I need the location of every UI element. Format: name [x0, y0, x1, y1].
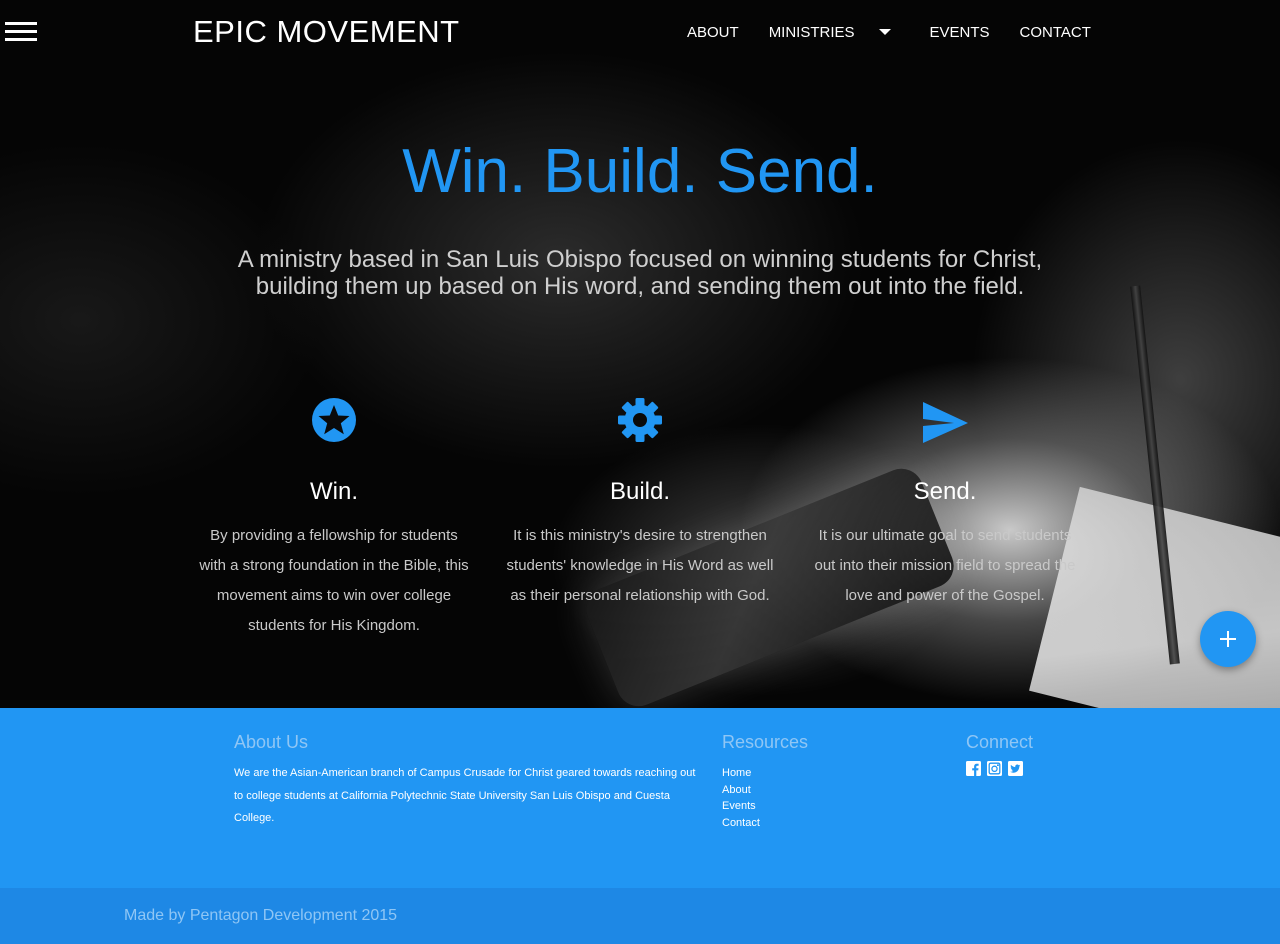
- nav-links: ABOUT MINISTRIES EVENTS CONTACT: [672, 22, 1106, 42]
- hamburger-menu-icon[interactable]: [5, 20, 37, 44]
- plus-icon: [1220, 631, 1236, 647]
- nav-link-about[interactable]: ABOUT: [672, 22, 754, 42]
- footer-connect: Connect: [966, 732, 1166, 776]
- copyright-bar: Made by Pentagon Development 2015: [0, 888, 1280, 944]
- footer-link-item: Home: [722, 765, 922, 782]
- nav-link-label: CONTACT: [1019, 23, 1091, 41]
- feature-text: It is this ministry's desire to strength…: [506, 527, 774, 604]
- send-icon: [923, 402, 968, 443]
- instagram-icon[interactable]: [987, 761, 1002, 776]
- footer-about: About Us We are the Asian-American branc…: [234, 732, 704, 830]
- feature-title: Build.: [609, 478, 671, 505]
- dropdown-caret-icon: [878, 29, 891, 35]
- footer-heading: About Us: [234, 732, 309, 752]
- feature-text: By providing a fellowship for students w…: [199, 527, 469, 634]
- social-icons: [966, 761, 1166, 776]
- footer-links: Home About Events Contact: [722, 765, 922, 831]
- footer-link-home[interactable]: Home: [722, 767, 751, 779]
- footer-resources: Resources Home About Events Contact: [722, 732, 922, 831]
- footer-link-about[interactable]: About: [722, 784, 751, 796]
- nav-link-events[interactable]: EVENTS: [915, 22, 1005, 42]
- brand-logo-link[interactable]: EPIC MOVEMENT: [193, 14, 460, 50]
- feature-send: Send. It is our ultimate goal to send st…: [810, 395, 1080, 611]
- star-circle-icon: [312, 398, 356, 442]
- gear-icon: [618, 398, 662, 442]
- footer: About Us We are the Asian-American branc…: [0, 708, 1280, 888]
- footer-link-item: About: [722, 782, 922, 799]
- feature-text: It is our ultimate goal to send students…: [814, 527, 1076, 604]
- footer-link-events[interactable]: Events: [722, 800, 756, 812]
- floating-action-button[interactable]: [1200, 611, 1256, 667]
- nav-link-label: EVENTS: [929, 23, 990, 41]
- hero-title: Win. Build. Send.: [402, 137, 878, 206]
- feature-title: Win.: [310, 478, 358, 505]
- hero-subtitle: A ministry based in San Luis Obispo focu…: [237, 246, 1043, 300]
- nav-link-ministries[interactable]: MINISTRIES: [754, 22, 915, 42]
- top-navbar: EPIC MOVEMENT ABOUT MINISTRIES EVENTS CO…: [0, 0, 1280, 64]
- copyright-text: Made by Pentagon Development 2015: [124, 907, 398, 924]
- nav-link-label: MINISTRIES: [768, 23, 855, 41]
- feature-title: Send.: [913, 478, 977, 505]
- feature-win: Win. By providing a fellowship for stude…: [199, 395, 469, 641]
- footer-about-text: We are the Asian-American branch of Camp…: [234, 767, 696, 824]
- footer-link-contact[interactable]: Contact: [722, 817, 760, 829]
- facebook-icon[interactable]: [966, 761, 981, 776]
- nav-link-contact[interactable]: CONTACT: [1005, 22, 1106, 42]
- nav-link-label: ABOUT: [687, 23, 739, 41]
- twitter-icon[interactable]: [1008, 761, 1023, 776]
- footer-heading: Connect: [966, 732, 1034, 752]
- hero-section: Win. Build. Send. A ministry based in Sa…: [0, 0, 1280, 708]
- footer-link-item: Events: [722, 798, 922, 815]
- feature-build: Build. It is this ministry's desire to s…: [505, 395, 775, 611]
- footer-heading: Resources: [722, 732, 809, 752]
- footer-link-item: Contact: [722, 815, 922, 832]
